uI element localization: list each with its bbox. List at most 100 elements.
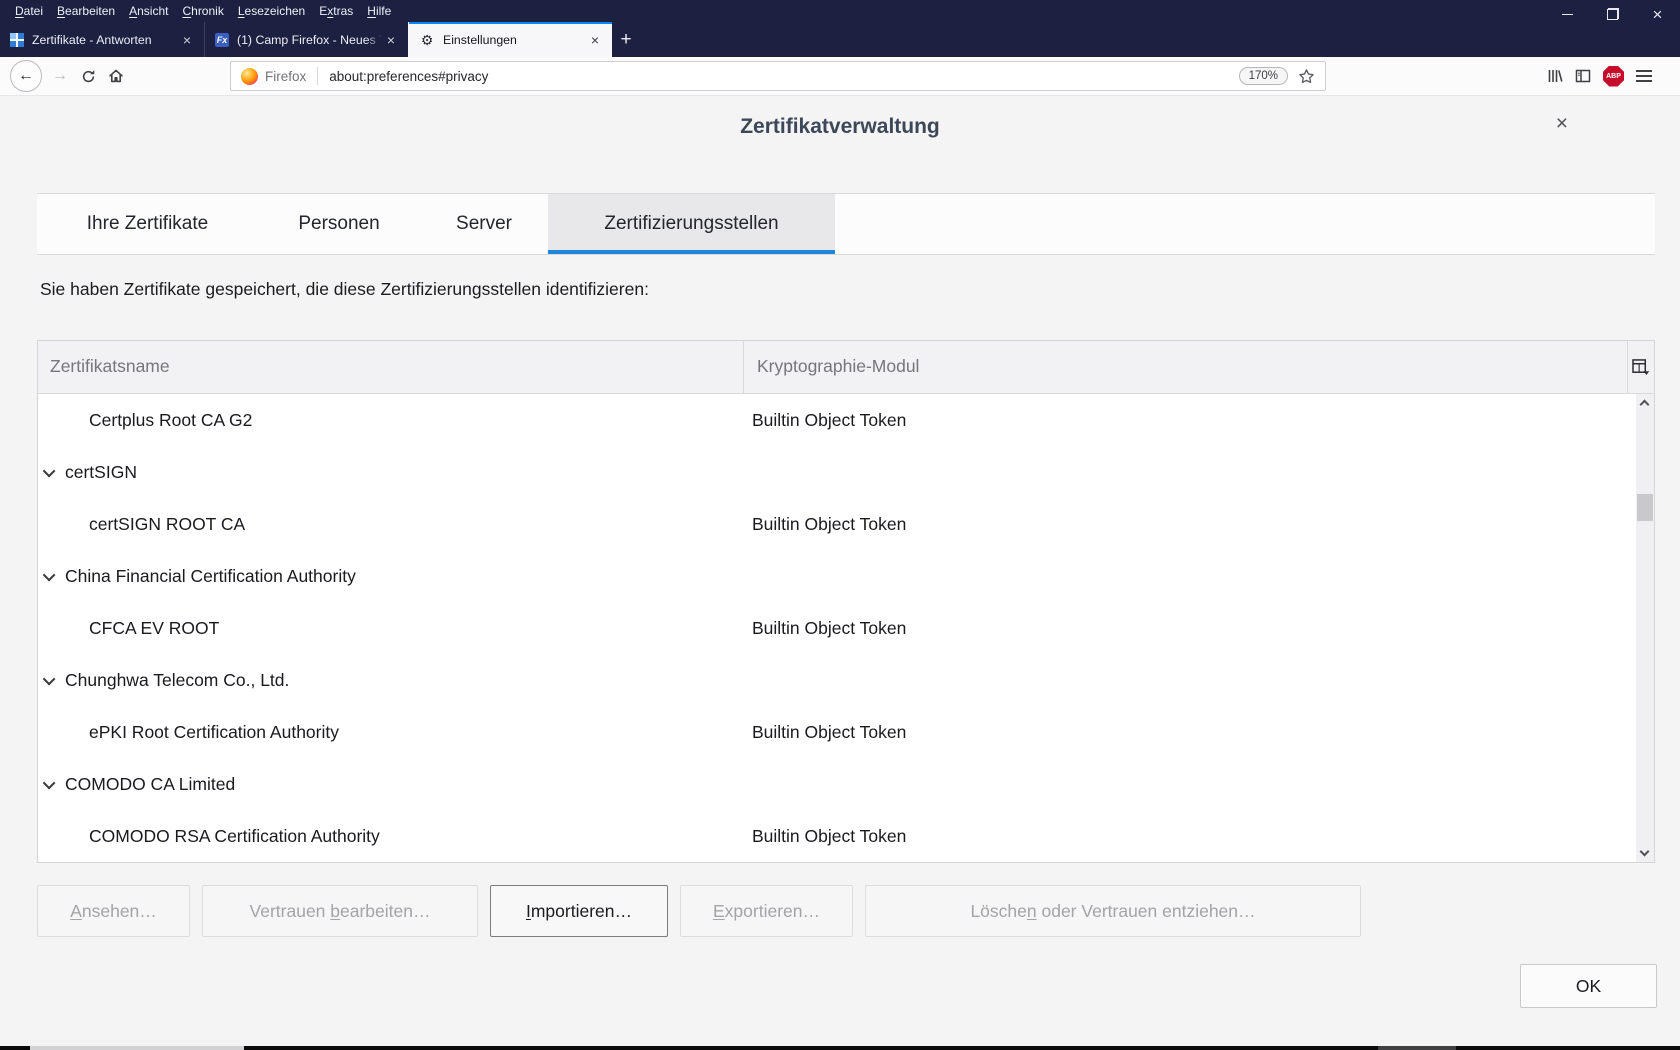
- forward-button[interactable]: [46, 62, 74, 90]
- dialog-header: Zertifikatverwaltung: [0, 96, 1680, 158]
- dialog-tab[interactable]: Server: [420, 194, 548, 254]
- action-button[interactable]: Importieren…: [490, 885, 668, 937]
- home-icon: [108, 68, 124, 84]
- certificate-name-cell: certSIGN ROOT CA: [38, 514, 744, 535]
- crypto-module-cell: Builtin Object Token: [744, 618, 1654, 639]
- navigation-toolbar: Firefox about:preferences#privacy 170% A…: [0, 57, 1680, 96]
- column-picker-icon: [1632, 359, 1651, 376]
- bottom-edge: [0, 1046, 1680, 1050]
- new-tab-button[interactable]: [612, 22, 640, 57]
- menu-item[interactable]: Extras: [312, 0, 360, 22]
- menu-item[interactable]: Bearbeiten: [50, 0, 122, 22]
- menu-icon[interactable]: [1630, 62, 1658, 90]
- menu-bar: Datei Bearbeiten Ansicht Chronik Lesezei…: [0, 0, 1680, 22]
- tab-title: Einstellungen: [443, 33, 586, 47]
- certificate-name-cell: certSIGN: [38, 462, 744, 483]
- certificate-table: Zertifikatsname Kryptographie-Modul Cert…: [37, 340, 1655, 863]
- library-icon[interactable]: [1541, 62, 1569, 90]
- dialog-tab-label: Ihre Zertifikate: [87, 213, 208, 235]
- dialog-tab-label: Server: [456, 213, 512, 235]
- sidebar-icon[interactable]: [1569, 62, 1597, 90]
- table-row[interactable]: CFCA EV ROOT Builtin Object Token: [38, 602, 1654, 654]
- menu-item[interactable]: Ansicht: [122, 0, 175, 22]
- bottom-edge-segment: [1378, 1046, 1456, 1050]
- title-bar: Datei Bearbeiten Ansicht Chronik Lesezei…: [0, 0, 1680, 57]
- certificate-name-cell: COMODO RSA Certification Authority: [38, 826, 744, 847]
- certificate-tabs: Ihre Zertifikate Personen Server Zertifi…: [37, 193, 1655, 255]
- scroll-down-icon[interactable]: [1640, 847, 1650, 857]
- ok-button[interactable]: OK: [1520, 964, 1657, 1008]
- menu-item[interactable]: Hilfe: [360, 0, 398, 22]
- browser-tab[interactable]: Zertifikate - Antworten: [0, 22, 204, 57]
- back-icon: [18, 67, 34, 85]
- tab-close-icon[interactable]: [586, 32, 604, 48]
- action-button[interactable]: Vertrauen bearbeiten…: [202, 885, 478, 937]
- menu-item[interactable]: Datei: [8, 0, 50, 22]
- certificate-name-cell: CFCA EV ROOT: [38, 618, 744, 639]
- table-rows: Certplus Root CA G2 Builtin Object Token…: [38, 394, 1654, 862]
- restore-icon: [1607, 8, 1619, 20]
- table-row[interactable]: certSIGN: [38, 446, 1654, 498]
- menu-item[interactable]: Chronik: [175, 0, 230, 22]
- scroll-up-icon[interactable]: [1640, 400, 1650, 410]
- chevron-down-icon: [43, 776, 56, 789]
- menu-items: Datei Bearbeiten Ansicht Chronik Lesezei…: [8, 0, 398, 22]
- tab-close-icon[interactable]: [178, 32, 196, 48]
- tab-bar: Zertifikate - Antworten Fx (1) Camp Fire…: [0, 22, 1680, 57]
- chevron-down-icon: [43, 464, 56, 477]
- chevron-down-icon: [43, 568, 56, 581]
- dialog-title: Zertifikatverwaltung: [740, 115, 940, 139]
- scrollbar-thumb[interactable]: [1637, 494, 1653, 521]
- tab-close-icon[interactable]: [382, 32, 400, 48]
- table-row[interactable]: Chunghwa Telecom Co., Ltd.: [38, 654, 1654, 706]
- browser-tab[interactable]: Fx (1) Camp Firefox - Neues Them: [204, 22, 408, 57]
- column-header-module[interactable]: Kryptographie-Modul: [744, 341, 1627, 393]
- tab-strip: Zertifikate - Antworten Fx (1) Camp Fire…: [0, 22, 612, 57]
- certificate-name-cell: COMODO CA Limited: [38, 774, 744, 795]
- table-row[interactable]: COMODO CA Limited: [38, 758, 1654, 810]
- browser-tab[interactable]: Einstellungen: [408, 22, 612, 57]
- back-button[interactable]: [10, 60, 42, 92]
- url-divider: [317, 67, 318, 85]
- table-row[interactable]: China Financial Certification Authority: [38, 550, 1654, 602]
- home-button[interactable]: [102, 62, 130, 90]
- crypto-module-cell: Builtin Object Token: [744, 826, 1654, 847]
- certificate-name-cell: Certplus Root CA G2: [38, 410, 744, 431]
- table-row[interactable]: Certplus Root CA G2 Builtin Object Token: [38, 394, 1654, 446]
- preferences-page: Zertifikatverwaltung Ihre Zertifikate Pe…: [0, 96, 1680, 1046]
- action-button[interactable]: Ansehen…: [37, 885, 190, 937]
- dialog-tab[interactable]: Ihre Zertifikate: [37, 194, 258, 254]
- action-button[interactable]: Löschen oder Vertrauen entziehen…: [865, 885, 1361, 937]
- bookmark-star-icon[interactable]: [1298, 68, 1315, 85]
- url-bar[interactable]: Firefox about:preferences#privacy 170%: [230, 61, 1326, 91]
- table-body: Certplus Root CA G2 Builtin Object Token…: [38, 394, 1654, 862]
- reload-button[interactable]: [74, 62, 102, 90]
- action-buttons: Ansehen… Vertrauen bearbeiten… Importier…: [37, 885, 1361, 937]
- dialog-tab-label: Zertifizierungsstellen: [604, 213, 778, 235]
- action-button[interactable]: Exportieren…: [680, 885, 853, 937]
- adblock-plus-icon[interactable]: ABP: [1603, 66, 1624, 87]
- url-text: about:preferences#privacy: [329, 69, 488, 84]
- firefox-logo-icon: [241, 68, 258, 85]
- menu-item[interactable]: Lesezeichen: [231, 0, 312, 22]
- dialog-tab[interactable]: Personen: [258, 194, 420, 254]
- certificate-name-cell: China Financial Certification Authority: [38, 566, 744, 587]
- table-row[interactable]: ePKI Root Certification Authority Builti…: [38, 706, 1654, 758]
- tab-title: (1) Camp Firefox - Neues Them: [237, 33, 382, 47]
- column-header-name[interactable]: Zertifikatsname: [38, 341, 744, 393]
- table-row[interactable]: COMODO RSA Certification Authority Built…: [38, 810, 1654, 862]
- zoom-level-badge[interactable]: 170%: [1239, 67, 1288, 85]
- horizontal-scrollbar-thumb: [30, 1046, 244, 1050]
- url-chip-label: Firefox: [265, 69, 306, 84]
- table-header: Zertifikatsname Kryptographie-Modul: [38, 341, 1654, 394]
- tab-title: Zertifikate - Antworten: [32, 33, 178, 47]
- table-scrollbar[interactable]: [1636, 394, 1654, 862]
- dialog-tab[interactable]: Zertifizierungsstellen: [548, 194, 835, 254]
- minimize-icon: [1562, 14, 1573, 15]
- dialog-close-icon[interactable]: [1556, 113, 1568, 134]
- chevron-down-icon: [43, 672, 56, 685]
- crypto-module-cell: Builtin Object Token: [744, 722, 1654, 743]
- fx-favicon: Fx: [215, 33, 229, 47]
- table-row[interactable]: certSIGN ROOT CA Builtin Object Token: [38, 498, 1654, 550]
- column-picker-button[interactable]: [1627, 341, 1654, 393]
